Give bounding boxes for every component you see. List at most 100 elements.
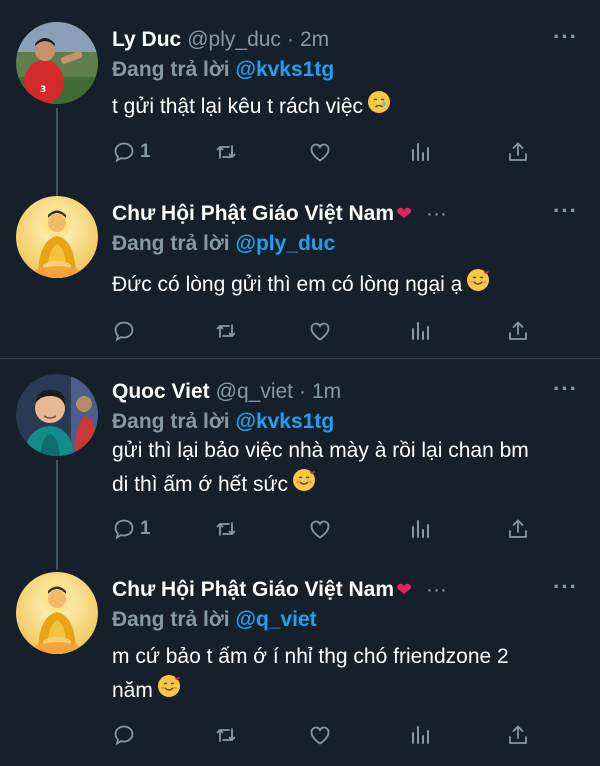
share-button[interactable] <box>506 137 530 167</box>
tweet-text-line: m cứ bảo t ấm ớ í nhỉ thg chó friendzone… <box>112 645 509 668</box>
smiling-face-with-hearts-emoji <box>466 268 490 303</box>
analytics-button[interactable] <box>408 514 432 544</box>
tweet-actions: 1 <box>112 514 530 544</box>
heart-icon: ❤ <box>396 203 412 225</box>
timestamp[interactable]: 1m <box>312 380 341 404</box>
analytics-icon <box>412 322 429 340</box>
username[interactable]: @ply_duc <box>187 28 281 52</box>
svg-text:3: 3 <box>40 85 46 95</box>
tweet-text-line: năm <box>112 679 153 703</box>
tweet-text: gửi thì lại bảo việc nhà mày à rồi lại c… <box>112 434 529 503</box>
reply-count: 1 <box>140 518 151 539</box>
more-icon[interactable]: ··· <box>553 574 578 600</box>
retweet-icon <box>216 522 236 536</box>
share-icon <box>509 321 527 340</box>
tweet-text-line: Đức có lòng gửi thì em có lòng ngại ạ <box>112 273 463 297</box>
like-button[interactable] <box>308 316 332 346</box>
tweet-header: Chư Hội Phật Giáo Việt Nam ❤ ··· <box>112 196 453 232</box>
more-icon[interactable]: ··· <box>553 198 578 224</box>
reply-icon <box>114 321 134 342</box>
replying-to-label: Đang trả lời <box>112 410 230 433</box>
more-icon[interactable]: ··· <box>553 24 578 50</box>
tweet-text: t gửi thật lại kêu t rách việc <box>112 90 391 125</box>
tweet[interactable]: Chư Hội Phật Giáo Việt Nam ❤ ··· ··· Đan… <box>0 572 600 762</box>
analytics-icon <box>412 520 429 538</box>
retweet-button[interactable] <box>214 137 238 167</box>
retweet-icon <box>216 324 236 338</box>
separator: · <box>299 380 306 403</box>
thread-line <box>56 460 58 570</box>
mention-link[interactable]: @kvks1tg <box>235 58 334 81</box>
reply-icon <box>114 519 134 540</box>
more-icon[interactable]: ··· <box>553 376 578 402</box>
tweet[interactable]: Quoc Viet @q_viet · 1m ··· Đang trả lời … <box>0 374 600 570</box>
tweet-actions: 1 <box>112 137 530 167</box>
tweet-text: m cứ bảo t ấm ớ í nhỉ thg chó friendzone… <box>112 640 509 709</box>
display-name[interactable]: Ly Duc <box>112 28 181 52</box>
like-button[interactable] <box>308 720 332 750</box>
tweet-header: Ly Duc @ply_duc · 2m <box>112 22 329 58</box>
retweet-button[interactable] <box>214 316 238 346</box>
reply-button[interactable]: 1 <box>112 137 151 167</box>
share-button[interactable] <box>506 720 530 750</box>
username[interactable]: @q_viet <box>216 380 293 404</box>
header-more-dots: ··· <box>425 202 447 225</box>
heart-icon: ❤ <box>396 579 412 601</box>
avatar[interactable]: 3 <box>16 22 98 104</box>
like-button[interactable] <box>308 514 332 544</box>
display-name[interactable]: Quoc Viet <box>112 380 210 404</box>
share-icon <box>509 142 527 161</box>
reply-icon <box>114 142 134 163</box>
replying-to: Đang trả lời @kvks1tg <box>112 410 334 434</box>
reply-button[interactable]: 1 <box>112 514 151 544</box>
header-more-dots: ··· <box>425 578 447 601</box>
timestamp[interactable]: 2m <box>300 28 329 52</box>
tweet[interactable]: 3 Ly Duc @ply_duc · 2m ··· Đang trả lời … <box>0 22 600 200</box>
mention-link[interactable]: @kvks1tg <box>235 410 334 433</box>
share-button[interactable] <box>506 316 530 346</box>
tweet-actions <box>112 720 530 750</box>
tweet-text-line: di thì ấm ớ hết sức <box>112 473 289 497</box>
reply-count: 1 <box>140 141 151 162</box>
retweet-button[interactable] <box>214 720 238 750</box>
retweet-icon <box>216 728 236 742</box>
smiling-face-with-hearts-emoji <box>157 674 181 709</box>
reply-button[interactable] <box>112 316 140 346</box>
tweet-actions <box>112 316 530 346</box>
tweet-header: Quoc Viet @q_viet · 1m <box>112 374 341 410</box>
mention-link[interactable]: @q_viet <box>235 608 316 631</box>
mention-link[interactable]: @ply_duc <box>235 232 335 255</box>
retweet-icon <box>216 145 236 159</box>
analytics-button[interactable] <box>408 720 432 750</box>
replying-to: Đang trả lời @q_viet <box>112 608 317 632</box>
like-icon <box>310 726 330 745</box>
analytics-button[interactable] <box>408 137 432 167</box>
like-icon <box>310 143 330 162</box>
replying-to: Đang trả lời @ply_duc <box>112 232 335 256</box>
smiling-face-with-hearts-emoji <box>292 468 316 503</box>
like-icon <box>310 322 330 341</box>
like-icon <box>310 520 330 539</box>
share-icon <box>509 725 527 744</box>
avatar[interactable] <box>16 572 98 654</box>
analytics-icon <box>412 726 429 744</box>
tweet[interactable]: Chư Hội Phật Giáo Việt Nam ❤ ··· ··· Đan… <box>0 196 600 356</box>
reply-icon <box>114 725 134 746</box>
thread-line <box>56 108 58 200</box>
avatar[interactable] <box>16 374 98 456</box>
tweet-text-line: gửi thì lại bảo việc nhà mày à rồi lại c… <box>112 439 529 462</box>
crying-face-emoji <box>367 90 391 125</box>
display-name[interactable]: Chư Hội Phật Giáo Việt Nam <box>112 578 394 602</box>
replying-to-label: Đang trả lời <box>112 58 230 81</box>
avatar[interactable] <box>16 196 98 278</box>
display-name[interactable]: Chư Hội Phật Giáo Việt Nam <box>112 202 394 226</box>
tweet-header: Chư Hội Phật Giáo Việt Nam ❤ ··· <box>112 572 453 608</box>
retweet-button[interactable] <box>214 514 238 544</box>
share-button[interactable] <box>506 514 530 544</box>
reply-button[interactable] <box>112 720 140 750</box>
analytics-button[interactable] <box>408 316 432 346</box>
replying-to-label: Đang trả lời <box>112 608 230 631</box>
share-icon <box>509 519 527 538</box>
separator: · <box>286 28 294 51</box>
like-button[interactable] <box>308 137 332 167</box>
